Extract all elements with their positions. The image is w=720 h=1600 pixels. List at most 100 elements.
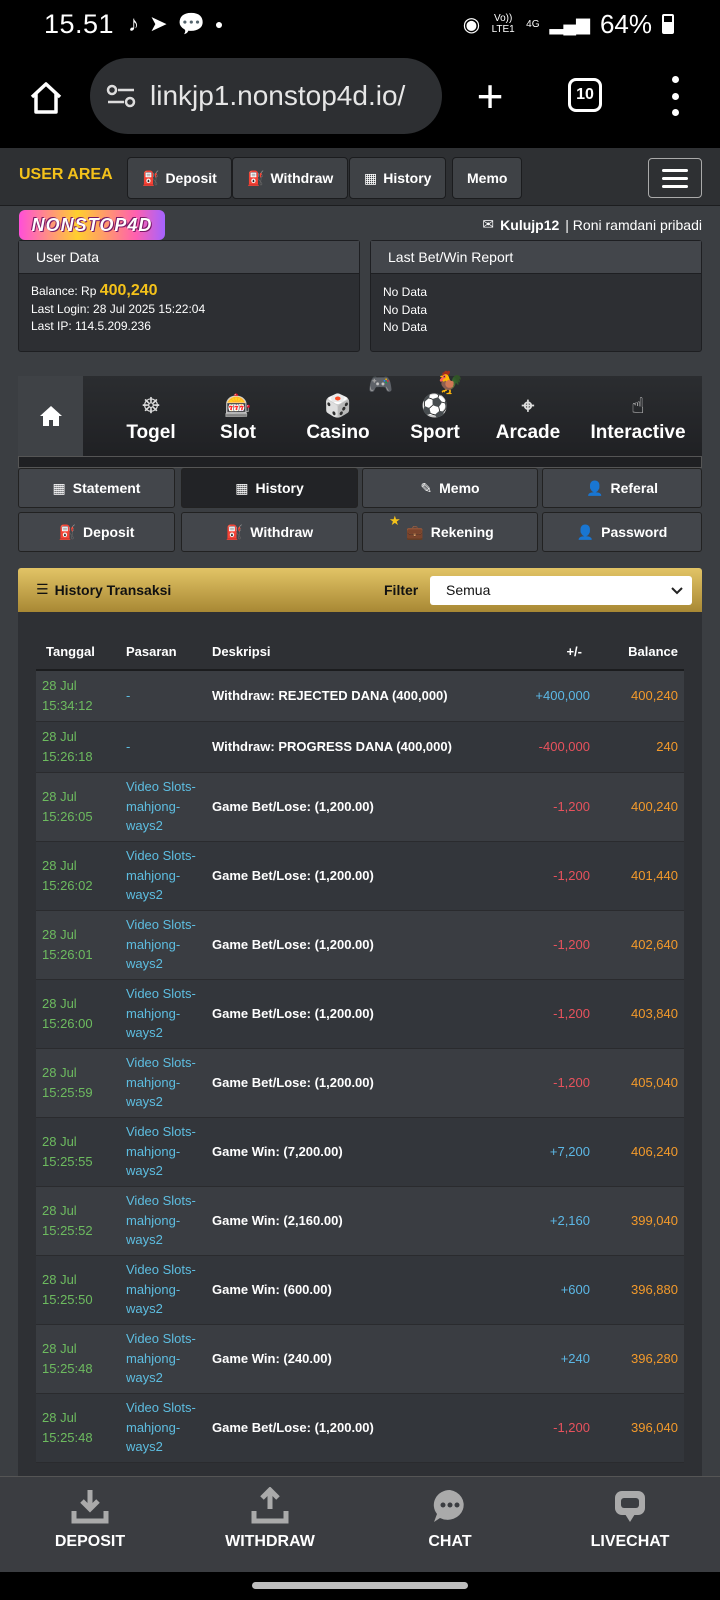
table-row: 28 Jul 15:25:48 Video Slots-mahjong-ways2 G… (36, 1324, 684, 1394)
filter-select[interactable]: Semua (430, 576, 692, 605)
briefcase-icon: 💼 (406, 523, 424, 540)
deposit-icon: ⛽ (142, 169, 160, 186)
row-pasaran[interactable]: Video Slots-mahjong-ways2 (120, 1186, 206, 1256)
menu-statement[interactable]: ▦ Statement (18, 468, 175, 508)
menu-referal[interactable]: 👤 Referal (542, 468, 702, 508)
row-pasaran[interactable]: Video Slots-mahjong-ways2 (120, 1048, 206, 1118)
last-bet-report-card: Last Bet/Win Report No Data No Data No D… (370, 240, 702, 352)
balance-value: 400,240 (99, 282, 158, 299)
row-description: Game Bet/Lose: (1,200.00) (206, 1393, 506, 1463)
row-balance: 396,040 (596, 1393, 684, 1463)
browser-menu-icon[interactable] (668, 76, 682, 116)
bottom-deposit-button[interactable]: DEPOSIT (10, 1487, 170, 1551)
gesture-bar (0, 1572, 720, 1600)
tab-switcher-button[interactable]: 10 (568, 78, 602, 112)
row-balance: 400,240 (596, 670, 684, 722)
user-data-title: User Data (19, 241, 359, 274)
table-row: 28 Jul 15:26:00 Video Slots-mahjong-ways2 G… (36, 979, 684, 1049)
row-date: 28 Jul 15:26:00 (36, 979, 120, 1049)
game-tab-arcade[interactable]: ⌖ Arcade (473, 376, 583, 456)
calendar-icon: ▦ (235, 479, 249, 496)
row-pasaran[interactable]: Video Slots-mahjong-ways2 (120, 841, 206, 911)
gamepad-icon: 🎮 (368, 374, 393, 396)
list-icon: ☰ (36, 581, 49, 597)
row-amount: +2,160 (506, 1186, 596, 1256)
tiktok-icon: ♪ (128, 11, 140, 36)
table-row: 28 Jul 15:25:52 Video Slots-mahjong-ways2 G… (36, 1186, 684, 1256)
table-row: 28 Jul 15:25:48 Video Slots-mahjong-ways2 G… (36, 1393, 684, 1463)
dot-icon: ● (214, 16, 224, 32)
report-line: No Data (383, 285, 428, 299)
hotspot-icon: ◉ (462, 13, 481, 36)
calendar-icon: ▦ (52, 479, 66, 496)
nav-deposit-button[interactable]: ⛽ Deposit (127, 157, 232, 199)
report-line: No Data (383, 320, 428, 334)
status-right: ◉ Vo)) LTE1 4G ▂▄▆ 64% (463, 9, 674, 40)
col-deskripsi: Deskripsi (206, 634, 506, 671)
nav-history-button[interactable]: ▦ History (349, 157, 447, 199)
site-logo[interactable]: NONSTOP4D (19, 210, 165, 240)
row-pasaran[interactable]: Video Slots-mahjong-ways2 (120, 772, 206, 842)
table-row: 28 Jul 15:26:18- Withdraw: PROGRESS DANA (… (36, 721, 684, 773)
bottom-chat-button[interactable]: CHAT (370, 1487, 530, 1551)
row-balance: 396,280 (596, 1324, 684, 1394)
game-home-tab[interactable] (18, 376, 83, 456)
row-description: Game Bet/Lose: (1,200.00) (206, 979, 506, 1049)
menu-history[interactable]: ▦ History (181, 468, 358, 508)
row-date: 28 Jul 15:26:01 (36, 910, 120, 980)
gesture-handle[interactable] (252, 1582, 468, 1589)
row-description: Withdraw: PROGRESS DANA (400,000) (206, 721, 506, 773)
row-balance: 400,240 (596, 772, 684, 842)
row-date: 28 Jul 15:34:12 (36, 670, 120, 722)
row-pasaran[interactable]: Video Slots-mahjong-ways2 (120, 1117, 206, 1187)
history-rows: 28 Jul 15:34:12- Withdraw: REJECTED DANA (… (36, 670, 684, 1463)
status-time: 15.51 (44, 8, 115, 39)
row-description: Game Bet/Lose: (1,200.00) (206, 910, 506, 980)
row-pasaran[interactable]: Video Slots-mahjong-ways2 (120, 979, 206, 1049)
mail-icon[interactable]: ✉ (482, 216, 494, 233)
new-tab-button[interactable]: + (470, 70, 510, 122)
row-date: 28 Jul 15:25:50 (36, 1255, 120, 1325)
telegram-icon: ➤ (149, 11, 168, 36)
address-bar[interactable]: linkjp1.nonstop4d.io/ (90, 58, 442, 134)
row-date: 28 Jul 15:25:52 (36, 1186, 120, 1256)
table-row: 28 Jul 15:25:59 Video Slots-mahjong-ways2 G… (36, 1048, 684, 1118)
last-ip: Last IP: 114.5.209.236 (31, 319, 151, 333)
row-amount: +600 (506, 1255, 596, 1325)
table-row: 28 Jul 15:26:05 Video Slots-mahjong-ways2 G… (36, 772, 684, 842)
row-date: 28 Jul 15:25:48 (36, 1324, 120, 1394)
touch-icon: ☝ (631, 393, 645, 418)
menu-withdraw[interactable]: ⛽ Withdraw (181, 512, 358, 552)
menu-deposit[interactable]: ⛽ Deposit (18, 512, 175, 552)
game-tab-interactive[interactable]: ☝ Interactive (576, 376, 700, 456)
row-pasaran[interactable]: Video Slots-mahjong-ways2 (120, 1324, 206, 1394)
row-pasaran[interactable]: Video Slots-mahjong-ways2 (120, 910, 206, 980)
user-data-card: User Data Balance: Rp 400,240 Last Login… (18, 240, 360, 352)
bottom-livechat-button[interactable]: LIVECHAT (550, 1487, 710, 1551)
bottom-withdraw-button[interactable]: WITHDRAW (190, 1487, 350, 1551)
signal-icon: ▂▄▆ (549, 13, 590, 34)
game-tab-slot[interactable]: 🎰 Slot (188, 376, 288, 456)
col-amount: +/- (506, 634, 596, 671)
report-title: Last Bet/Win Report (371, 241, 701, 274)
nav-withdraw-button[interactable]: ⛽ Withdraw (232, 157, 349, 199)
site-settings-icon[interactable] (106, 83, 136, 109)
download-icon (71, 1490, 109, 1524)
row-balance: 402,640 (596, 910, 684, 980)
menu-password[interactable]: 👤 Password (542, 512, 702, 552)
row-balance: 401,440 (596, 841, 684, 911)
hamburger-menu-button[interactable] (648, 158, 702, 198)
web-page: USER AREA ⛽ Deposit ⛽ Withdraw ▦ History Me… (0, 148, 720, 1476)
row-pasaran[interactable]: - (120, 670, 206, 722)
row-balance: 405,040 (596, 1048, 684, 1118)
menu-rekening[interactable]: ★ 💼 Rekening (362, 512, 538, 552)
nav-memo-button[interactable]: Memo (452, 157, 523, 199)
row-pasaran[interactable]: Video Slots-mahjong-ways2 (120, 1255, 206, 1325)
menu-memo[interactable]: ✎ Memo (362, 468, 538, 508)
home-button[interactable] (22, 74, 70, 122)
col-pasaran: Pasaran (120, 634, 206, 671)
row-pasaran[interactable]: Video Slots-mahjong-ways2 (120, 1393, 206, 1463)
row-date: 28 Jul 15:25:59 (36, 1048, 120, 1118)
row-balance: 403,840 (596, 979, 684, 1049)
row-pasaran[interactable]: - (120, 721, 206, 773)
